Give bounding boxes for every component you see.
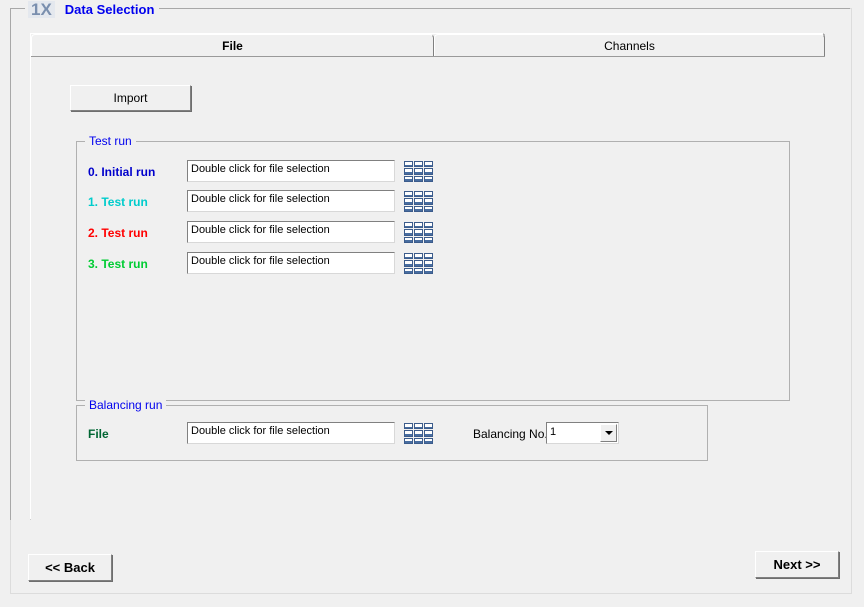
group-test-run: Test run 0. Initial run Double click for… [76, 134, 790, 401]
application-window: 1X Data Selection File Channels Import T… [0, 0, 864, 607]
balancing-file-path-input[interactable]: Double click for file selection [187, 422, 395, 444]
tab-channels[interactable]: Channels [434, 34, 825, 57]
group-test-run-legend: Test run [85, 134, 136, 148]
file-path-input-2[interactable]: Double click for file selection [187, 221, 395, 243]
tab-strip: File Channels [31, 34, 825, 57]
test-run-row-0: 0. Initial run Double click for file sel… [77, 160, 789, 186]
tab-panel-body-file: Import Test run 0. Initial run Double cl… [31, 56, 825, 521]
page-title: Data Selection [64, 1, 155, 17]
table-grid-icon-0[interactable] [404, 161, 433, 182]
table-grid-icon-3[interactable] [404, 253, 433, 274]
step-number-badge: 1X [28, 0, 55, 18]
test-run-label-3: 3. Test run [88, 257, 148, 271]
test-run-label-1: 1. Test run [88, 195, 148, 209]
balancing-no-label: Balancing No. [473, 427, 548, 441]
balancing-file-label: File [88, 427, 109, 441]
test-run-label-2: 2. Test run [88, 226, 148, 240]
file-path-input-3[interactable]: Double click for file selection [187, 252, 395, 274]
chevron-down-icon[interactable] [600, 424, 617, 442]
step-caption: 1X Data Selection [25, 0, 160, 18]
test-run-row-3: 3. Test run Double click for file select… [77, 252, 789, 278]
table-grid-icon-2[interactable] [404, 222, 433, 243]
balancing-run-row: File Double click for file selection Bal… [77, 422, 707, 448]
table-grid-icon-balancing[interactable] [404, 423, 433, 444]
back-button[interactable]: << Back [28, 554, 112, 581]
tab-panel: File Channels Import Test run 0. Initial… [30, 33, 825, 521]
balancing-no-select[interactable]: 1 [546, 422, 619, 444]
file-path-input-0[interactable]: Double click for file selection [187, 160, 395, 182]
import-button[interactable]: Import [70, 85, 191, 111]
group-balancing-run-legend: Balancing run [85, 398, 167, 412]
tab-file[interactable]: File [31, 34, 434, 57]
next-button[interactable]: Next >> [755, 551, 839, 578]
balancing-no-value: 1 [550, 426, 557, 438]
test-run-row-2: 2. Test run Double click for file select… [77, 221, 789, 247]
test-run-row-1: 1. Test run Double click for file select… [77, 190, 789, 216]
test-run-label-0: 0. Initial run [88, 165, 156, 179]
group-balancing-run: Balancing run File Double click for file… [76, 398, 708, 461]
file-path-input-1[interactable]: Double click for file selection [187, 190, 395, 212]
table-grid-icon-1[interactable] [404, 191, 433, 212]
